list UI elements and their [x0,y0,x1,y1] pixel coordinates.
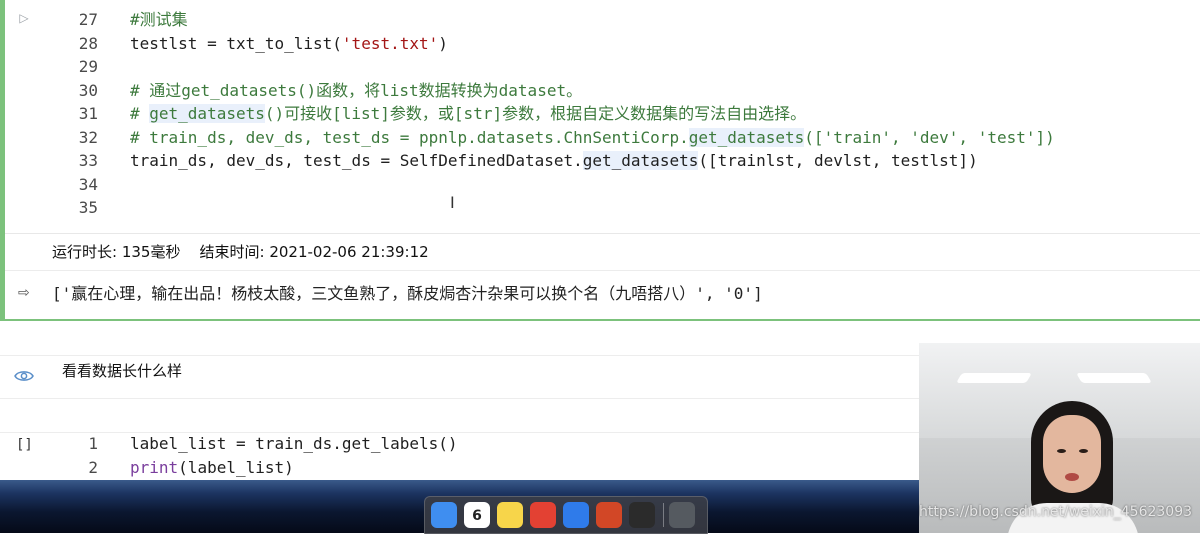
person-face [1043,415,1101,493]
execution-info: 运行时长: 135毫秒 结束时间: 2021-02-06 21:39:12 [52,243,429,261]
active-cell-border [0,319,1200,321]
notes-icon[interactable] [497,502,523,528]
code-token: ()可接收[list]参数，或[str]参数，根据自定义数据集的写法自由选择。 [264,104,807,123]
code-token: # [130,104,150,123]
obs-icon[interactable] [629,502,655,528]
ceiling-light [956,373,1032,383]
line-number: 31 [78,104,98,123]
powerpoint-icon[interactable] [596,502,622,528]
cell-prompt: [] [16,437,33,453]
person-eye [1057,449,1066,453]
line-number: 35 [78,198,98,217]
divider [5,270,1200,271]
line-number: 2 [88,457,98,477]
code-editor[interactable]: 27 #测试集 28 testlst = txt_to_list('test.txt'… [60,8,1188,233]
code-token: label_list = train_ds.get_labels() [130,434,458,453]
person-eye [1079,449,1088,453]
markdown-text: 看看数据长什么样 [62,362,183,380]
code-text: print(label_list) [130,456,294,479]
line-number: 34 [78,174,98,194]
code-token: print [130,457,179,477]
code-token: get_datasets [688,127,805,147]
code-token: # 通过get_datasets()函数，将list数据转换为dataset。 [130,80,583,100]
code-token: 'test.txt' [341,33,439,53]
watermark-url: https://blog.csdn.net/weixin_45623093 [919,504,1193,520]
line-number: 32 [78,127,98,147]
code-token: ([trainlst, devlst, testlst]) [698,151,978,170]
active-cell-indicator [0,0,5,320]
divider [5,233,1200,234]
code-text: label_list = train_ds.get_labels() [130,432,458,455]
dock-separator [663,503,664,527]
ceiling-light [1076,373,1152,383]
person-mouth [1065,473,1079,481]
run-cell-icon[interactable]: ▷ [16,10,32,26]
code-token: ) [438,33,448,53]
code-cell-active[interactable]: ▷ 27 #测试集 28 testlst = txt_to_list('test.tx… [0,0,1200,321]
chat-app-icon[interactable] [563,502,589,528]
line-number: 29 [78,57,98,76]
line-number: 1 [88,434,98,453]
line-number: 28 [78,33,98,53]
code-text: # 通过get_datasets()函数，将list数据转换为dataset。 [130,79,582,102]
line-number: 30 [78,80,98,100]
code-token: train_ds, dev_ds, test_ds = SelfDefinedD… [130,151,583,170]
line-number: 27 [78,10,98,29]
line-number: 33 [78,151,98,170]
code-text: train_ds, dev_ds, test_ds = SelfDefinedD… [130,149,978,172]
code-token: # train_ds, dev_ds, test_ds = ppnlp.data… [130,127,689,147]
code-text: # train_ds, dev_ds, test_ds = ppnlp.data… [130,126,1055,149]
code-text: #测试集 [130,8,188,31]
eye-icon[interactable] [14,369,34,383]
calendar-icon[interactable]: 6 [464,502,490,528]
cell-output: ['赢在心理，输在出品！杨枝太酸，三文鱼熟了，酥皮焗杏汁杂果可以换个名（九唔搭八… [52,284,763,303]
code-token: #测试集 [130,10,188,29]
trash-icon[interactable] [669,502,695,528]
code-token: get_datasets [582,151,699,170]
code-text: testlst = txt_to_list('test.txt') [130,32,448,55]
output-arrow-icon: ⇨ [18,285,30,301]
code-token: (['train', 'dev', 'test']) [804,127,1055,147]
code-token: (label_list) [178,457,294,477]
code-token: testlst = txt_to_list( [130,33,342,53]
finder-icon[interactable] [431,502,457,528]
code-text: # get_datasets()可接收[list]参数，或[str]参数，根据自… [130,102,806,125]
code-token: get_datasets [149,104,265,123]
text-cursor-icon: I [450,193,455,212]
chrome-icon[interactable] [530,502,556,528]
dock: 6 [424,496,708,534]
